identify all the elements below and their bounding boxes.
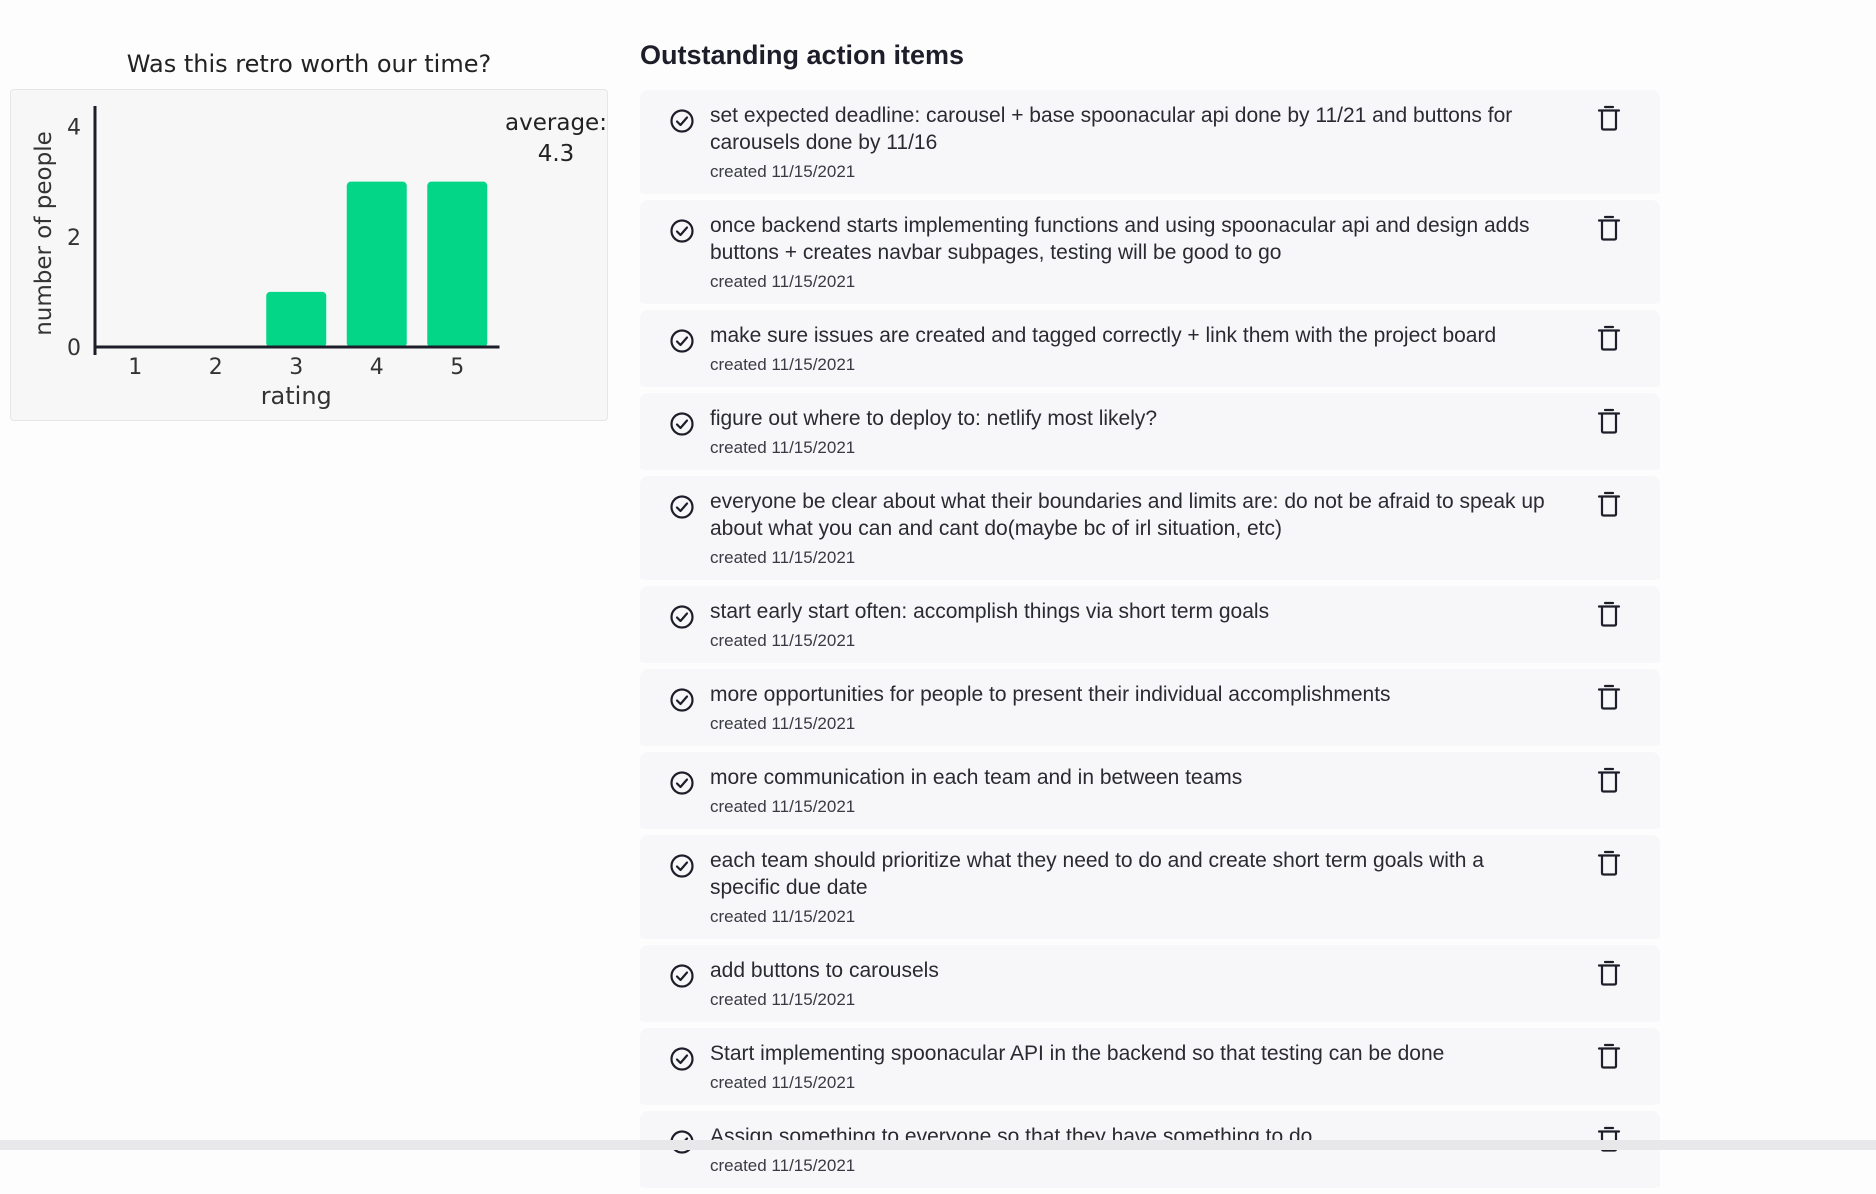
action-item: more communication in each team and in b… [640,752,1660,835]
action-item-text: once backend starts implementing functio… [710,214,1530,264]
action-items-list: set expected deadline: carousel + base s… [640,90,1660,1194]
trash-icon[interactable] [1596,490,1622,518]
action-item-date: created 11/15/2021 [710,631,856,650]
action-item-text: more opportunities for people to present… [710,683,1391,706]
action-item-date: created 11/15/2021 [710,907,856,926]
check-circle-icon[interactable] [669,411,695,437]
trash-icon[interactable] [1596,600,1622,628]
action-item-date: created 11/15/2021 [710,1073,856,1092]
action-item-date: created 11/15/2021 [710,714,856,733]
x-axis-label: rating [261,382,332,410]
action-item-date: created 11/15/2021 [710,355,856,374]
action-item-date: created 11/15/2021 [710,438,856,457]
check-circle-icon[interactable] [669,218,695,244]
y-tick-label: 2 [67,226,81,251]
action-item-text: set expected deadline: carousel + base s… [710,104,1513,154]
action-item-text: figure out where to deploy to: netlify m… [710,407,1158,430]
bar-rating-3 [266,291,327,347]
trash-icon[interactable] [1596,407,1622,435]
bar-rating-4 [346,181,407,347]
action-item-text: everyone be clear about what their bound… [710,490,1545,540]
action-item-date: created 11/15/2021 [710,797,856,816]
action-item: add buttons to carousels created 11/15/20… [640,945,1660,1028]
action-item: more opportunities for people to present… [640,669,1660,752]
check-circle-icon[interactable] [669,853,695,879]
y-tick-label: 0 [67,336,81,361]
check-circle-icon[interactable] [669,604,695,630]
action-item: set expected deadline: carousel + base s… [640,90,1660,200]
action-item-text: make sure issues are created and tagged … [710,324,1497,347]
bar-rating-5 [427,181,488,347]
action-item: start early start often: accomplish thin… [640,586,1660,669]
action-item-text: each team should prioritize what they ne… [710,849,1484,899]
trash-icon[interactable] [1596,324,1622,352]
x-tick-label: 5 [450,355,464,380]
action-items-title: Outstanding action items [640,40,965,70]
check-circle-icon[interactable] [669,1046,695,1072]
action-item: each team should prioritize what they ne… [640,835,1660,945]
action-item: once backend starts implementing functio… [640,200,1660,310]
check-circle-icon[interactable] [669,328,695,354]
action-item: everyone be clear about what their bound… [640,476,1660,586]
action-item-date: created 11/15/2021 [710,548,856,567]
check-circle-icon[interactable] [669,494,695,520]
action-item: figure out where to deploy to: netlify m… [640,393,1660,476]
action-item-date: created 11/15/2021 [710,990,856,1009]
check-circle-icon[interactable] [669,963,695,989]
trash-icon[interactable] [1596,1042,1622,1070]
action-item: make sure issues are created and tagged … [640,310,1660,393]
action-item-date: created 11/15/2021 [710,1156,856,1175]
trash-icon[interactable] [1596,766,1622,794]
y-tick-label: 4 [67,116,81,141]
y-axis-label: number of people [31,131,57,336]
trash-icon[interactable] [1596,959,1622,987]
action-item: Assign something to everyone so that the… [640,1111,1660,1194]
average-value: 4.3 [537,141,575,167]
action-item-date: created 11/15/2021 [710,272,856,291]
x-tick-label: 4 [370,355,384,380]
chart-title: Was this retro worth our time? [126,50,492,78]
x-tick-label: 1 [128,355,142,380]
trash-icon[interactable] [1596,214,1622,242]
check-circle-icon[interactable] [669,770,695,796]
action-item: Start implementing spoonacular API in th… [640,1028,1660,1111]
trash-icon[interactable] [1596,683,1622,711]
x-tick-label: 2 [209,355,223,380]
action-item-text: Start implementing spoonacular API in th… [710,1042,1445,1065]
check-circle-icon[interactable] [669,108,695,134]
rating-chart-card: 1 2 3 4 5 0 2 4 rating number of people average: … [10,89,608,421]
action-item-text: add buttons to carousels [710,959,939,982]
trash-icon[interactable] [1596,104,1622,132]
x-tick-label: 3 [289,355,303,380]
action-item-text: start early start often: accomplish thin… [710,600,1270,623]
check-circle-icon[interactable] [669,687,695,713]
action-item-date: created 11/15/2021 [710,162,856,181]
action-item-text: more communication in each team and in b… [710,766,1243,789]
average-rating: average: 4.3 [481,108,631,170]
trash-icon[interactable] [1596,849,1622,877]
horizontal-scrollbar[interactable] [0,1140,1876,1150]
average-label: average: [505,110,607,136]
